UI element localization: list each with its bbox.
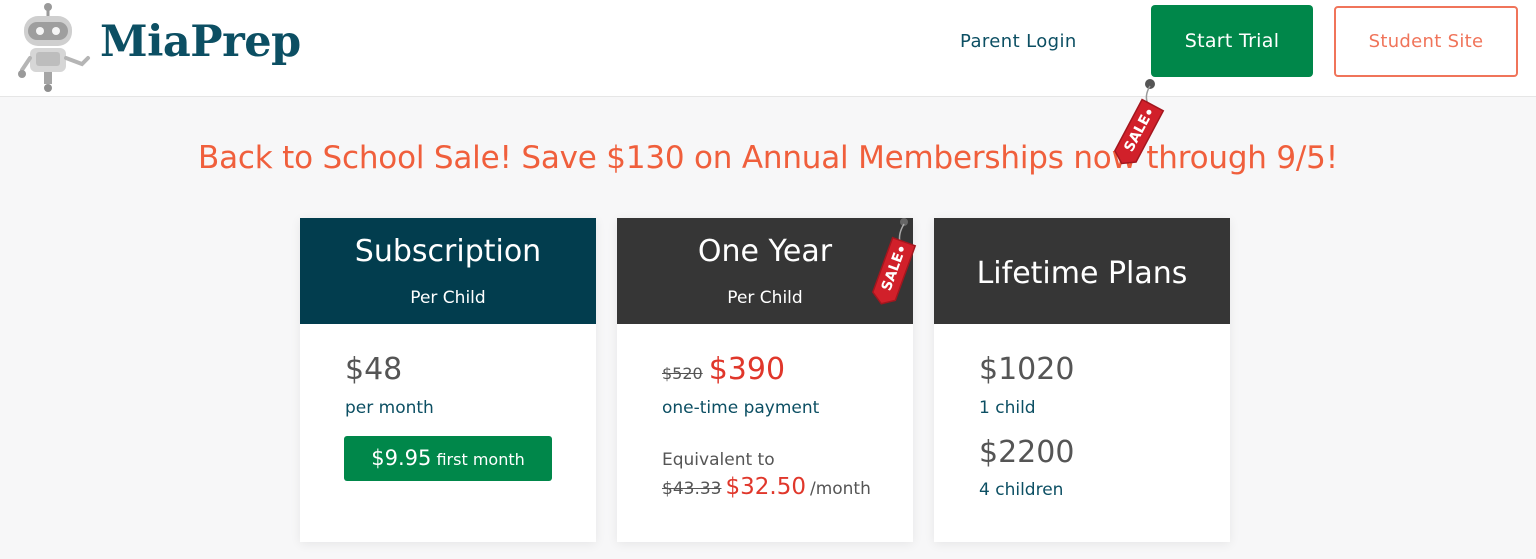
plan-price-row: $520 $390 [662,352,785,387]
equivalent-old-price: $43.33 [662,479,722,499]
equivalent-price-row: $43.33 $32.50/month [662,474,871,500]
robot-mascot-icon [18,3,90,92]
sale-banner: Back to School Sale! Save $130 on Annual… [198,140,1338,176]
equivalent-label: Equivalent to [662,450,775,470]
plan-card-body: $520 $390 one-time payment Equivalent to … [617,324,913,542]
sale-tag-icon: SALE [1114,79,1165,165]
plan-card-subscription: Subscription Per Child $48 per month $9.… [300,218,596,542]
promo-price: $9.95 [371,446,432,470]
plan-card-header: Subscription Per Child [300,218,596,324]
equivalent-price: $32.50 [725,474,806,500]
logo[interactable]: MiaPrep [16,0,306,95]
plan-price: $390 [708,352,786,387]
brand-name: MiaPrep [100,17,301,67]
plan-price: $48 [345,352,403,387]
plan-subtitle: Per Child [410,288,486,308]
site-header: MiaPrep Parent Login Start Trial Student… [0,0,1536,97]
plan-price-note: per month [345,398,434,418]
promo-label: first month [436,450,525,469]
plan-card-body: $1020 1 child $2200 4 children [934,324,1230,542]
plan-card-lifetime: Lifetime Plans $1020 1 child $2200 4 chi… [934,218,1230,542]
start-trial-button[interactable]: Start Trial [1151,5,1313,77]
plan-title: Lifetime Plans [976,256,1188,291]
parent-login-link[interactable]: Parent Login [960,27,1077,57]
lifetime-note-1-child: 1 child [979,398,1036,418]
first-month-promo-badge[interactable]: $9.95 first month [344,436,552,481]
lifetime-price-4-children: $2200 [979,435,1075,470]
student-site-button[interactable]: Student Site [1334,6,1518,77]
lifetime-price-1-child: $1020 [979,352,1075,387]
old-price: $520 [662,364,703,383]
plan-title: Subscription [354,234,542,269]
plan-card-body: $48 per month $9.95 first month [300,324,596,542]
lifetime-note-4-children: 4 children [979,480,1064,500]
equivalent-unit: /month [809,479,871,499]
plan-price-note: one-time payment [662,398,820,418]
sale-tag-icon: SALE [871,218,917,305]
plan-card-header: Lifetime Plans [934,218,1230,324]
